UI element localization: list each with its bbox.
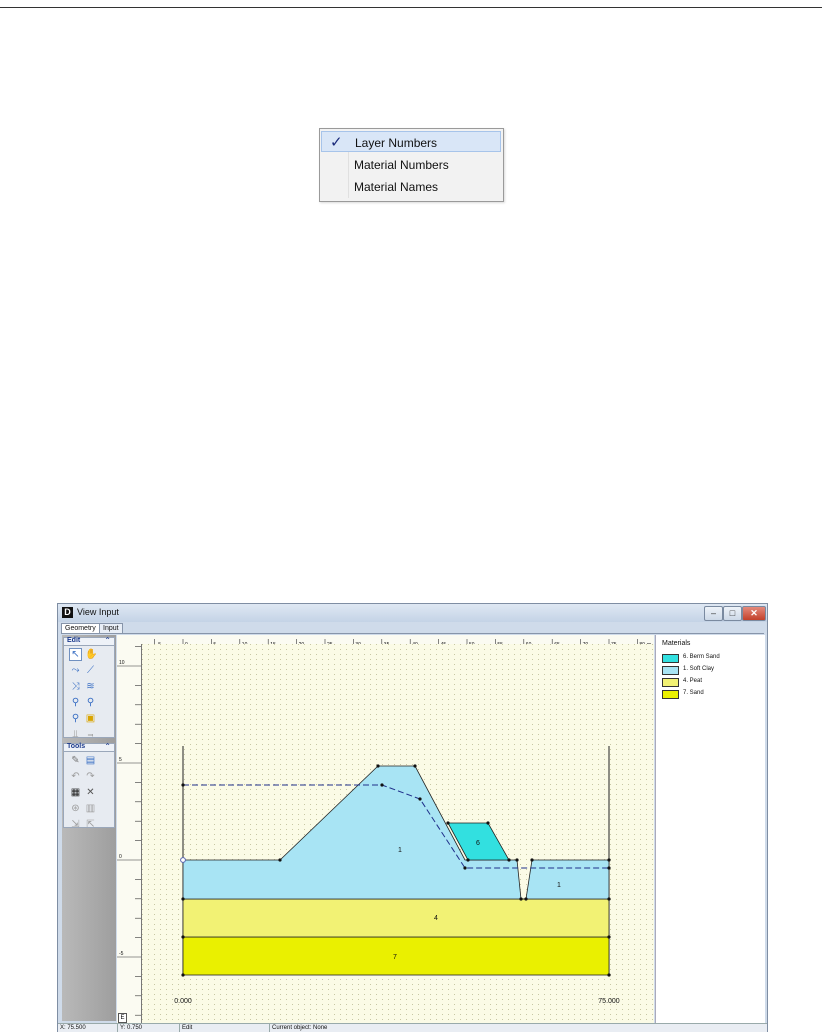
add-layer-icon[interactable]: ≋ — [85, 681, 96, 692]
redo-icon[interactable]: ↷ — [85, 771, 96, 782]
properties-icon[interactable]: ✎ — [70, 755, 81, 766]
maximize-button[interactable]: □ — [723, 606, 742, 621]
report-icon[interactable]: ▤ — [85, 755, 96, 766]
import-icon[interactable]: ⇲ — [70, 819, 81, 830]
right-boundary-label: 75.000 — [598, 998, 620, 1005]
menu-item-label: Layer Numbers — [355, 136, 438, 150]
legend-label: 1. Soft Clay — [683, 666, 715, 672]
legend-swatch — [662, 654, 679, 663]
undo-icon[interactable]: ↶ — [70, 771, 81, 782]
label-context-menu: ✓ Layer Numbers Material Numbers Materia… — [319, 128, 504, 202]
ruler-corner: E — [118, 1013, 127, 1023]
layer-label-peat: 4 — [434, 915, 438, 922]
add-line-icon[interactable]: ⟋ — [85, 665, 96, 676]
window-title: View Input — [77, 607, 119, 617]
legend-label: 4. Peat — [683, 678, 703, 684]
legend-label: 6. Berm Sand — [683, 654, 720, 660]
delete-icon[interactable]: ✕ — [85, 787, 96, 798]
zoom-rectangle-icon[interactable]: ▣ — [85, 713, 96, 724]
edit-group-title: Edit — [67, 637, 81, 644]
status-current-object: Current object: None — [272, 1025, 328, 1031]
check-geometry-icon[interactable]: ⊛ — [70, 803, 81, 814]
tools-tools: ✎ ▤ ↶ ↷ ▦ ✕ ⊛ ▥ ⇲ ⇱ — [63, 752, 115, 830]
select-arrow-icon[interactable]: ↖ — [69, 648, 82, 661]
menu-item-label: Material Names — [354, 180, 439, 194]
ruler-tick-label: 10 — [119, 660, 125, 666]
ruler-tick-label: -5 — [119, 951, 124, 957]
close-button[interactable]: ✕ — [742, 606, 766, 621]
page-top-rule — [0, 7, 822, 8]
title-bar[interactable]: D View Input – □ ✕ — [58, 604, 767, 622]
checkmark-icon: ✓ — [330, 134, 343, 151]
legend-swatch — [662, 678, 679, 687]
status-y: Y: 0.750 — [118, 1024, 180, 1032]
left-boundary-label: 0.000 — [174, 998, 192, 1005]
legend-title: Materials — [662, 640, 691, 647]
left-ruler: 10 5 0 -5 — [117, 644, 142, 1023]
legend-label: 7. Sand — [683, 690, 704, 696]
ruler-tool-icon[interactable]: ⫫ — [70, 729, 81, 740]
legend-swatch — [662, 666, 679, 675]
collapse-icon[interactable]: ⌃ — [104, 742, 111, 751]
copy-icon[interactable]: ▥ — [85, 803, 96, 814]
delete-layer-icon[interactable]: ▦ — [70, 787, 81, 798]
left-ruler-ticks: 10 5 0 -5 — [117, 646, 141, 1016]
layer-label-clay-right: 1 — [557, 882, 561, 889]
edit-group-header[interactable]: Edit ⌃ — [63, 636, 115, 646]
layer-label-clay-main: 1 — [398, 847, 402, 854]
legend-swatch — [662, 690, 679, 699]
measure-tool-icon[interactable]: ⫬ — [85, 729, 96, 740]
view-input-window: D View Input – □ ✕ Geometry Input Edit ⌃… — [57, 603, 768, 1032]
geometry-drawing[interactable]: 1 6 1 4 7 0.000 75.000 — [142, 644, 654, 1023]
selected-point[interactable] — [180, 857, 186, 863]
zoom-in-icon[interactable]: ⚲ — [70, 697, 81, 708]
status-mode: Edit — [180, 1024, 270, 1032]
edit-tools: ↖ ✋ ⤳ ⟋ ⤨ ≋ ⚲ ⚲ ⚲ ▣ ⫫ ⫬ — [63, 646, 115, 740]
add-polyline-icon[interactable]: ⤨ — [70, 681, 81, 692]
pan-hand-icon[interactable]: ✋ — [85, 649, 97, 660]
layer-label-berm: 6 — [476, 840, 480, 847]
menu-item-layer-numbers[interactable]: ✓ Layer Numbers — [321, 131, 501, 152]
collapse-icon[interactable]: ⌃ — [104, 636, 111, 645]
export-icon[interactable]: ⇱ — [85, 819, 96, 830]
tool-panel: Edit ⌃ ↖ ✋ ⤳ ⟋ ⤨ ≋ ⚲ ⚲ ⚲ ▣ ⫫ ⫬ Tools ⌃ ✎… — [62, 635, 116, 1021]
menu-item-label: Material Numbers — [354, 158, 449, 172]
peat-layer[interactable] — [182, 898, 610, 938]
menu-item-material-names[interactable]: Material Names — [321, 176, 501, 197]
status-bar: X: 75.500 Y: 0.750 Edit Current object: … — [58, 1023, 767, 1032]
geometry-canvas[interactable]: 1 6 1 4 7 0.000 75.000 — [142, 644, 654, 1023]
app-icon: D — [62, 607, 73, 618]
layer-label-sand: 7 — [393, 954, 397, 961]
add-point-icon[interactable]: ⤳ — [70, 665, 81, 676]
materials-legend: Materials 6. Berm Sand 1. Soft Clay 4. P… — [655, 635, 765, 1023]
ruler-tick-label: 0 — [119, 854, 122, 860]
tab-divider — [61, 633, 764, 634]
tools-group-title: Tools — [67, 743, 86, 750]
zoom-limits-icon[interactable]: ⚲ — [70, 713, 81, 724]
minimize-button[interactable]: – — [704, 606, 723, 621]
tools-group-header[interactable]: Tools ⌃ — [63, 742, 115, 752]
zoom-out-icon[interactable]: ⚲ — [85, 697, 96, 708]
ruler-tick-label: 5 — [119, 757, 122, 763]
menu-item-material-numbers[interactable]: Material Numbers — [321, 154, 501, 175]
status-x: X: 75.500 — [58, 1024, 118, 1032]
